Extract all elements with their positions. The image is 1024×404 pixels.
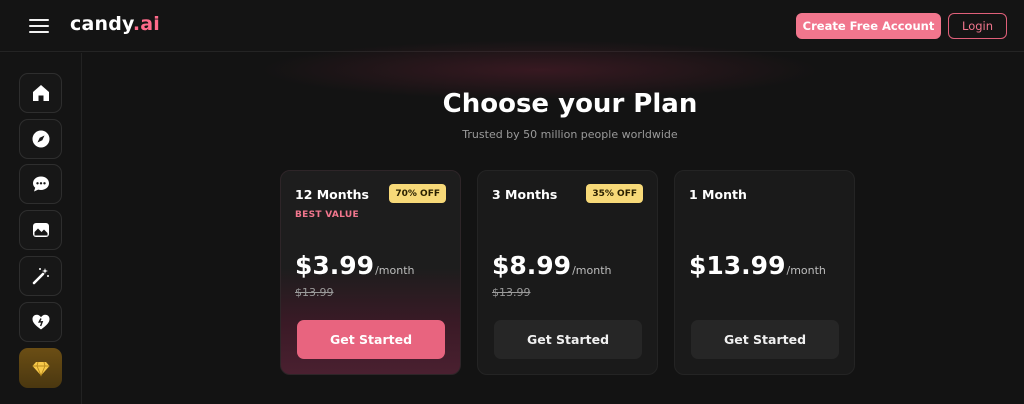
sidebar-item-explore[interactable] bbox=[19, 119, 62, 159]
plan-card-1-month[interactable]: 1 Month $13.99 /month Get Started bbox=[674, 170, 855, 375]
discount-badge: 70% OFF bbox=[389, 184, 446, 203]
original-price: $13.99 bbox=[295, 286, 334, 299]
plan-name: 1 Month bbox=[689, 187, 747, 202]
price-period: /month bbox=[786, 264, 826, 277]
heart-icon bbox=[32, 314, 49, 330]
login-button[interactable]: Login bbox=[948, 13, 1007, 39]
compass-icon bbox=[32, 130, 49, 148]
logo-text: candy bbox=[70, 13, 133, 35]
plan-price: $13.99 /month bbox=[689, 251, 826, 280]
sidebar-item-premium[interactable] bbox=[19, 348, 62, 388]
price-period: /month bbox=[572, 264, 612, 277]
get-started-button[interactable]: Get Started bbox=[494, 320, 642, 359]
logo-accent: .ai bbox=[132, 13, 161, 35]
sidebar-item-generate[interactable] bbox=[19, 256, 62, 296]
create-free-account-button[interactable]: Create Free Account bbox=[796, 13, 941, 39]
plan-card-12-months[interactable]: 12 Months 70% OFF BEST VALUE $3.99 /mont… bbox=[280, 170, 461, 375]
hamburger-menu-icon[interactable] bbox=[29, 17, 49, 35]
original-price: $13.99 bbox=[492, 286, 531, 299]
diamond-icon bbox=[32, 361, 49, 377]
price-amount: $8.99 bbox=[492, 251, 572, 280]
best-value-tag: BEST VALUE bbox=[295, 210, 359, 220]
magic-wand-icon bbox=[32, 268, 49, 285]
plan-name: 12 Months bbox=[295, 187, 369, 202]
page-title: Choose your Plan bbox=[442, 89, 698, 119]
discount-badge: 35% OFF bbox=[586, 184, 643, 203]
page-subtitle: Trusted by 50 million people worldwide bbox=[462, 128, 678, 141]
plan-price: $8.99 /month bbox=[492, 251, 612, 280]
sidebar-item-chat[interactable] bbox=[19, 164, 62, 204]
chat-icon bbox=[32, 176, 49, 192]
sidebar-item-gallery[interactable] bbox=[19, 210, 62, 250]
plan-price: $3.99 /month bbox=[295, 251, 415, 280]
sidebar-item-favorites[interactable] bbox=[19, 302, 62, 342]
price-period: /month bbox=[375, 264, 415, 277]
get-started-button[interactable]: Get Started bbox=[691, 320, 839, 359]
plan-card-3-months[interactable]: 3 Months 35% OFF $8.99 /month $13.99 Get… bbox=[477, 170, 658, 375]
price-amount: $3.99 bbox=[295, 251, 375, 280]
logo[interactable]: candy.ai bbox=[70, 13, 160, 35]
home-icon bbox=[32, 85, 49, 101]
gallery-icon bbox=[32, 223, 49, 237]
sidebar bbox=[0, 53, 82, 404]
plan-name: 3 Months bbox=[492, 187, 558, 202]
price-amount: $13.99 bbox=[689, 251, 786, 280]
sidebar-item-home[interactable] bbox=[19, 73, 62, 113]
get-started-button[interactable]: Get Started bbox=[297, 320, 445, 359]
